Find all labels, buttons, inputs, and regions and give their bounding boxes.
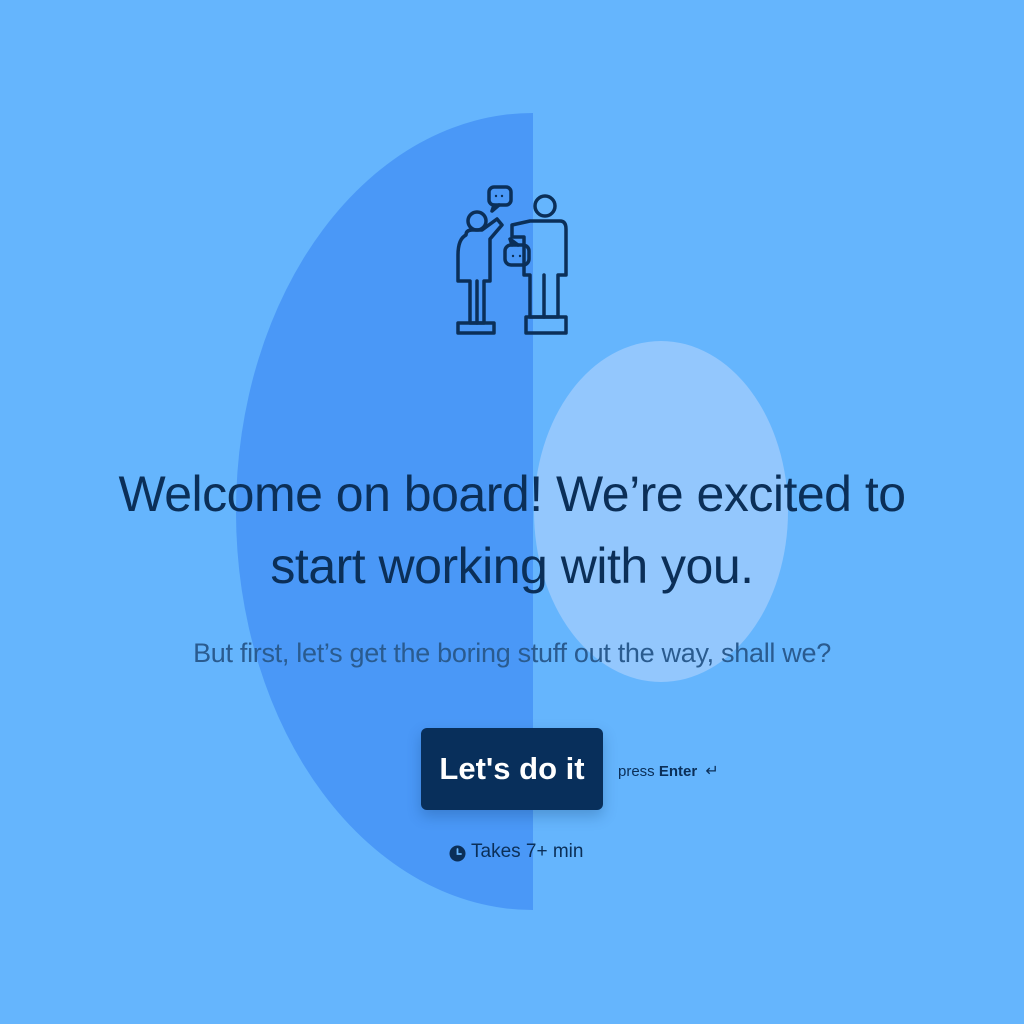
enter-key-icon: ↵ (705, 763, 719, 780)
time-estimate-text: Takes 7+ min (471, 841, 584, 862)
press-key-label: Enter (658, 763, 698, 780)
press-prefix: press (618, 763, 655, 780)
welcome-headline: Welcome on board! We’re excited to start… (118, 466, 906, 594)
time-estimate: Takes 7+ min (449, 839, 583, 865)
clock-icon (449, 844, 466, 861)
press-enter-hint: press Enter ↵ (618, 760, 719, 784)
welcome-subtitle: But first, let’s get the boring stuff ou… (193, 638, 831, 668)
lets-do-it-button[interactable]: Let's do it (421, 728, 603, 810)
team-collaboration-icon (452, 183, 572, 343)
